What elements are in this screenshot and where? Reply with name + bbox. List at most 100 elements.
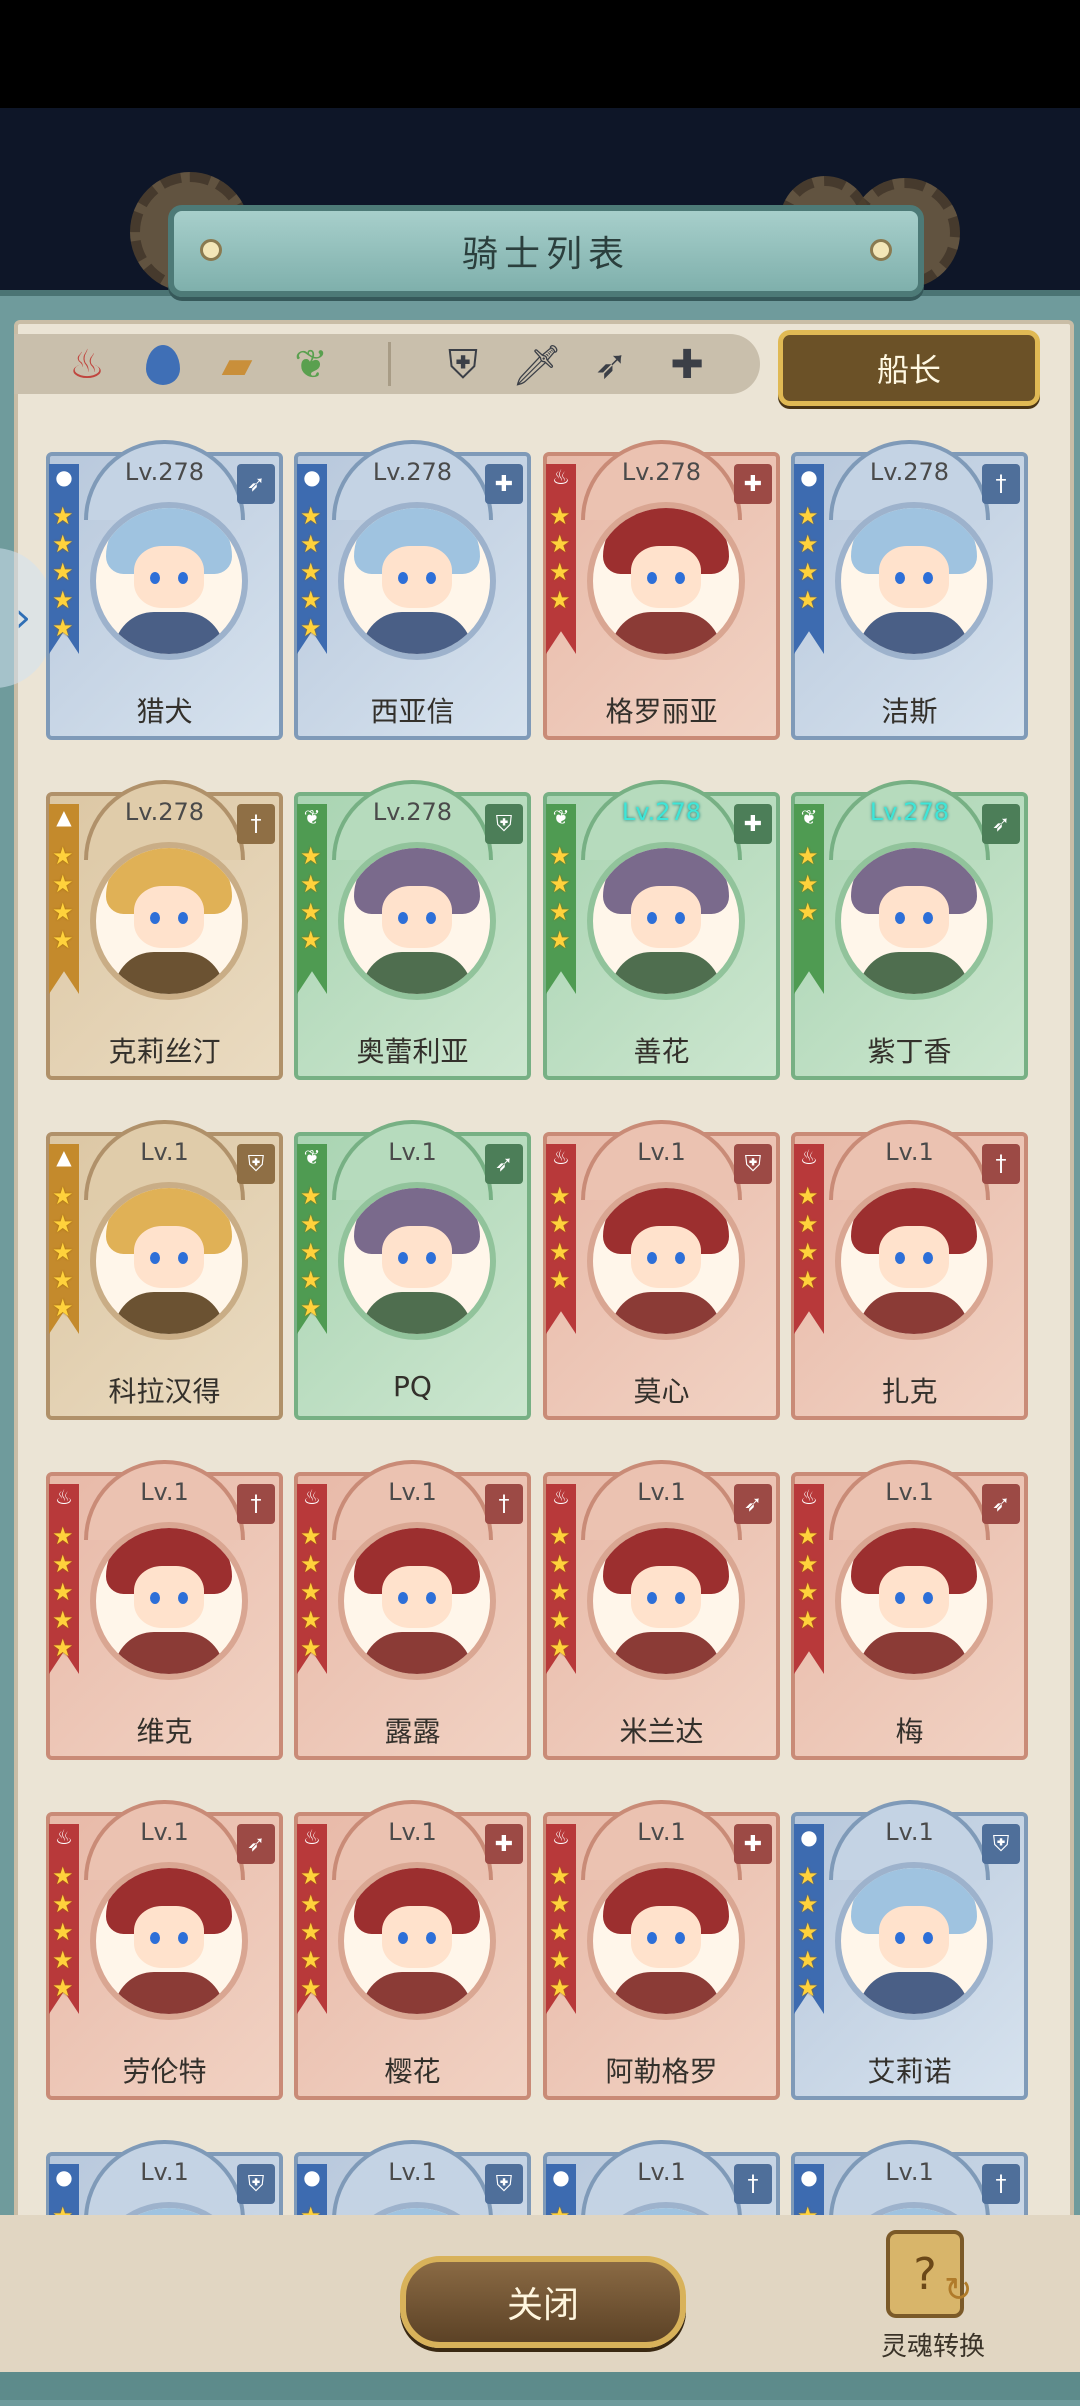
knight-card[interactable]: ● ⛨ Lv.1 ★ ★ ★ ★ ★ 艾莉诺 — [791, 1800, 1028, 2100]
knight-level: Lv.1 — [388, 1478, 437, 1506]
knight-grid[interactable]: ● ➶ Lv.278 ★ ★ ★ ★ ★ 猎犬 ● ✚ Lv.278 ★ ★ ★ ★ ★ 西亚信 ♨ ✚ Lv.278 ★… — [46, 440, 1036, 2215]
knight-name: 露露 — [384, 1715, 441, 1748]
knight-card[interactable]: ♨ ✚ Lv.1 ★ ★ ★ ★ ★ 阿勒格罗 — [543, 1800, 780, 2100]
leaf-icon[interactable]: ❦ — [284, 338, 338, 392]
star-icon: ★ — [52, 842, 74, 870]
knight-card[interactable]: ❦ ✚ Lv.278 ★ ★ ★ ★ 善花 — [543, 780, 780, 1080]
portrait-face — [631, 546, 701, 608]
star-icon: ★ — [797, 1862, 819, 1890]
star-icon: ★ — [549, 1946, 571, 1974]
knight-card[interactable]: ♨ † Lv.1 ★ ★ ★ ★ ★ 维克 — [46, 1460, 283, 1760]
castle-icon[interactable]: ▰ — [210, 338, 264, 392]
star-rating: ★★★★★ — [52, 1182, 76, 1322]
portrait-eye — [426, 912, 436, 924]
star-icon: ★ — [797, 1182, 819, 1210]
portrait-eye — [398, 1592, 408, 1604]
knight-card[interactable]: ♨ ✚ Lv.278 ★ ★ ★ ★ 格罗丽亚 — [543, 440, 780, 740]
knight-list-screen: 骑士列表 ♨ ▰ ❦ ⛨ 🗡 ➶ ✚ 船长 › ● ➶ Lv.278 ★ ★ ★ ★ ★ 猎犬 ● ✚ Lv.27… — [0, 0, 1080, 2406]
star-rating: ★ ★ ★ ★ — [797, 1182, 821, 1294]
close-button[interactable]: 关闭 — [400, 2256, 686, 2348]
knight-card[interactable]: ♨ † Lv.1 ★ ★ ★ ★ 扎克 — [791, 1120, 1028, 1420]
portrait-eye — [923, 1252, 933, 1264]
knight-card[interactable]: ❦ ➶ Lv.278 ★ ★ ★ 紫丁香 — [791, 780, 1028, 1080]
portrait-clothing — [362, 1972, 472, 2014]
star-icon: ★ — [549, 1918, 571, 1946]
star-icon: ★ — [549, 1862, 571, 1890]
star-icon: ★ — [549, 1238, 571, 1266]
knight-card[interactable]: ▲ ⛨ Lv.1 ★ ★ ★ ★ ★ 科拉汉得 — [46, 1120, 283, 1420]
portrait-clothing — [859, 952, 969, 994]
knight-portrait — [338, 502, 496, 660]
portrait-eye — [647, 912, 657, 924]
knight-card[interactable]: ▲ † Lv.278 ★ ★ ★ ★ 克莉丝汀 — [46, 780, 283, 1080]
portrait-eye — [895, 912, 905, 924]
knight-card[interactable]: ●†Lv.1★★★★★ — [543, 2140, 780, 2215]
star-rating: ★★★★★ — [52, 502, 76, 642]
flame-icon[interactable]: ♨ — [60, 338, 114, 392]
star-rating: ★★★★★ — [300, 1862, 324, 2002]
knight-card[interactable]: ♨ ➶ Lv.1 ★ ★ ★ ★ 梅 — [791, 1460, 1028, 1760]
star-icon: ★ — [52, 1550, 74, 1578]
portrait-face — [631, 886, 701, 948]
portrait-face — [631, 1906, 701, 1968]
knight-level: Lv.278 — [869, 458, 950, 486]
sword-icon[interactable]: 🗡 — [510, 338, 564, 392]
star-icon: ★ — [52, 1578, 74, 1606]
knight-card[interactable]: ♨ ✚ Lv.1 ★ ★ ★ ★ ★ 樱花 — [294, 1800, 531, 2100]
filter-bar — [14, 334, 760, 394]
knight-card[interactable]: ♨ ➶ Lv.1 ★ ★ ★ ★ ★ 米兰达 — [543, 1460, 780, 1760]
captain-button[interactable]: 船长 — [778, 330, 1040, 406]
knight-name: 莫心 — [633, 1375, 690, 1408]
droplet-icon[interactable] — [136, 338, 190, 392]
star-rating: ★★★★★ — [549, 1862, 573, 2002]
knight-name: 紫丁香 — [867, 1035, 952, 1068]
soul-convert-button[interactable]: ? ↻ 灵魂转换 — [868, 2230, 998, 2362]
portrait-eye — [647, 1252, 657, 1264]
knight-name: 劳伦特 — [122, 2055, 207, 2088]
portrait-face — [879, 886, 949, 948]
knight-card[interactable]: ♨ ⛨ Lv.1 ★ ★ ★ ★ 莫心 — [543, 1120, 780, 1420]
star-icon: ★ — [52, 1890, 74, 1918]
knight-level: Lv.1 — [140, 1478, 189, 1506]
star-icon: ★ — [549, 1974, 571, 2002]
portrait-face — [134, 886, 204, 948]
knight-card[interactable]: ●⛨Lv.1★★★★★ — [294, 2140, 531, 2215]
star-icon: ★ — [300, 614, 322, 642]
cross-icon[interactable]: ✚ — [660, 338, 714, 392]
portrait-eye — [398, 1932, 408, 1944]
bow-icon[interactable]: ➶ — [584, 338, 638, 392]
knight-card[interactable]: ● ✚ Lv.278 ★ ★ ★ ★ ★ 西亚信 — [294, 440, 531, 740]
knight-card[interactable]: ●†Lv.1★★★★★ — [791, 2140, 1028, 2215]
knight-card[interactable]: ❦ ⛨ Lv.278 ★ ★ ★ ★ 奥蕾利亚 — [294, 780, 531, 1080]
portrait-eye — [647, 572, 657, 584]
portrait-eye — [426, 1252, 436, 1264]
star-icon: ★ — [300, 1266, 322, 1294]
star-icon: ★ — [797, 1266, 819, 1294]
shield-icon[interactable]: ⛨ — [436, 338, 490, 392]
knight-card[interactable]: ● † Lv.278 ★ ★ ★ ★ 洁斯 — [791, 440, 1028, 740]
portrait-eye — [895, 572, 905, 584]
knight-level: Lv.1 — [637, 1818, 686, 1846]
portrait-face — [631, 1226, 701, 1288]
star-icon: ★ — [52, 1522, 74, 1550]
portrait-face — [879, 546, 949, 608]
footer-edge — [0, 2372, 1080, 2400]
knight-level: Lv.1 — [885, 1478, 934, 1506]
knight-card[interactable]: ●⛨Lv.1★★★★★ — [46, 2140, 283, 2215]
knight-card[interactable]: ❦ ➶ Lv.1 ★ ★ ★ ★ ★ PQ — [294, 1120, 531, 1420]
knight-portrait — [90, 1522, 248, 1680]
portrait-eye — [895, 1932, 905, 1944]
star-icon: ★ — [52, 1946, 74, 1974]
star-icon: ★ — [797, 1606, 819, 1634]
star-icon: ★ — [52, 1862, 74, 1890]
star-icon: ★ — [797, 1974, 819, 2002]
filter-divider — [388, 342, 391, 386]
portrait-eye — [923, 1932, 933, 1944]
star-icon: ★ — [797, 1890, 819, 1918]
star-rating: ★★★★★ — [549, 2202, 573, 2215]
knight-card[interactable]: ♨ ➶ Lv.1 ★ ★ ★ ★ ★ 劳伦特 — [46, 1800, 283, 2100]
knight-card[interactable]: ♨ † Lv.1 ★ ★ ★ ★ ★ 露露 — [294, 1460, 531, 1760]
knight-card[interactable]: ● ➶ Lv.278 ★ ★ ★ ★ ★ 猎犬 — [46, 440, 283, 740]
portrait-face — [134, 546, 204, 608]
portrait-clothing — [611, 1972, 721, 2014]
